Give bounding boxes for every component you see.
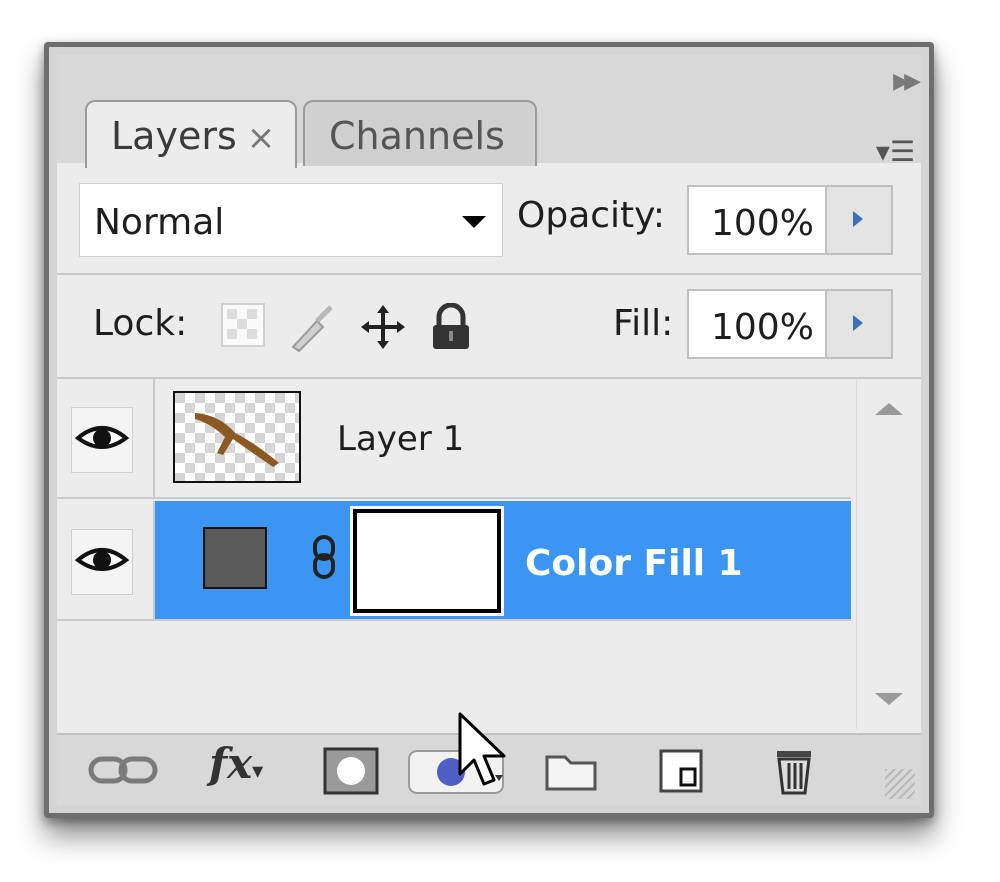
mouse-cursor-icon [458, 712, 508, 792]
scrollbar[interactable] [856, 379, 921, 729]
lock-pixels-brush-icon[interactable] [287, 303, 333, 353]
fill-value: 100% [711, 307, 814, 348]
layer-row[interactable]: Layer 1 [57, 379, 851, 499]
layer-name: Layer 1 [337, 419, 465, 459]
row-divider [57, 497, 851, 499]
fill-label: Fill: [613, 303, 674, 344]
layers-list: Layer 1 Color Fill 1 [57, 379, 921, 729]
link-layers-icon[interactable] [87, 745, 158, 797]
tab-layers[interactable]: Layers × [85, 100, 297, 168]
delete-layer-icon[interactable] [767, 745, 823, 797]
opacity-slider-button[interactable] [825, 187, 891, 253]
blend-mode-select[interactable]: Normal [79, 183, 503, 257]
tab-channels-label: Channels [329, 114, 505, 158]
lock-label: Lock: [93, 303, 188, 344]
visibility-toggle[interactable] [71, 407, 133, 473]
lock-position-move-icon[interactable] [359, 303, 405, 349]
fill-color-swatch[interactable] [203, 527, 267, 589]
new-layer-icon[interactable] [655, 745, 711, 797]
resize-grip-icon[interactable] [885, 769, 915, 799]
panel-body: ▶▶ Layers × Channels ▾☰ Normal Opacity: 1… [57, 55, 921, 805]
blend-opacity-row: Normal Opacity: 100% [57, 163, 921, 275]
add-mask-icon[interactable] [323, 745, 379, 797]
visibility-toggle[interactable] [71, 529, 133, 595]
fx-icon[interactable]: fx▾ [209, 739, 265, 791]
fill-field[interactable]: 100% [687, 289, 893, 359]
tab-strip: ▶▶ Layers × Channels ▾☰ [57, 55, 921, 168]
scroll-up-icon[interactable] [875, 403, 903, 415]
layer-thumbnail [173, 391, 301, 483]
layer-mask-thumbnail[interactable] [350, 506, 504, 616]
fill-slider-button[interactable] [825, 291, 891, 357]
layer-name: Color Fill 1 [525, 543, 743, 584]
lock-fill-row: Lock: Fill: 100% [57, 275, 921, 379]
opacity-label: Opacity: [517, 195, 665, 236]
opacity-field[interactable]: 100% [687, 185, 893, 255]
lock-all-padlock-icon[interactable] [429, 302, 473, 349]
opacity-value: 100% [711, 203, 814, 244]
layers-panel: ▶▶ Layers × Channels ▾☰ Normal Opacity: 1… [44, 42, 934, 818]
collapse-panel-icon[interactable]: ▶▶ [893, 69, 921, 94]
visibility-cell [57, 379, 155, 499]
chain-link-icon[interactable] [311, 535, 337, 579]
chevron-down-icon [462, 216, 486, 228]
eye-icon [74, 548, 130, 571]
eye-icon [74, 426, 130, 449]
tab-layers-label: Layers [111, 114, 237, 158]
close-icon[interactable]: × [247, 118, 276, 158]
row-divider [57, 619, 851, 621]
visibility-cell [57, 501, 155, 621]
tab-channels[interactable]: Channels [303, 100, 537, 166]
layer-row-selected[interactable]: Color Fill 1 [57, 501, 851, 621]
blend-mode-value: Normal [94, 202, 225, 243]
new-group-icon[interactable] [543, 745, 599, 797]
lock-transparency-icon[interactable] [221, 303, 265, 347]
scroll-down-icon[interactable] [875, 693, 903, 705]
